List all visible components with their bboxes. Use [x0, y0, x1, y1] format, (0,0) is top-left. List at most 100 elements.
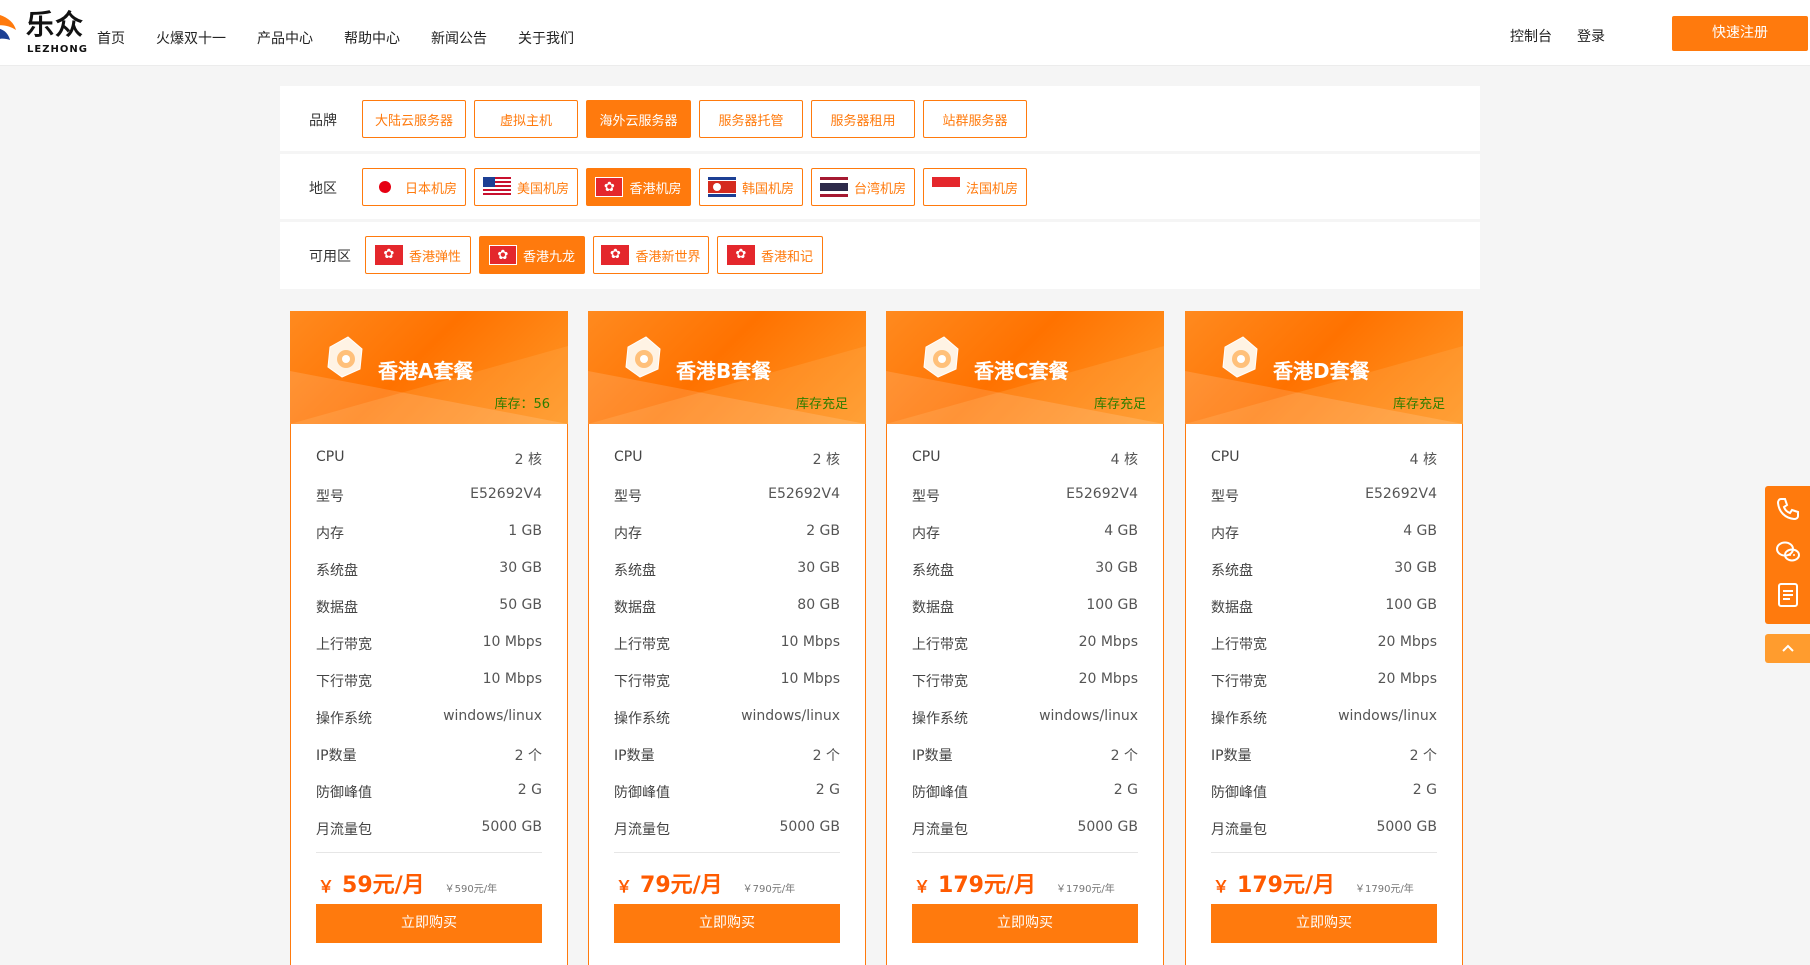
brand-option-overseas[interactable]: 海外云服务器: [586, 100, 691, 138]
login-link[interactable]: 登录: [1577, 26, 1605, 46]
nav-news[interactable]: 新闻公告: [431, 28, 487, 48]
hongkong-flag-icon: [595, 177, 624, 197]
region-option-usa[interactable]: 美国机房: [474, 168, 578, 206]
zone-option-elastic[interactable]: 香港弹性: [365, 236, 471, 274]
spec-label: CPU: [912, 449, 941, 465]
spec-value: 2 G: [815, 782, 840, 798]
spec-row: 操作系统 windows/linux: [614, 708, 840, 745]
brand-option-mainland[interactable]: 大陆云服务器: [362, 100, 466, 138]
back-to-top-button[interactable]: [1765, 634, 1810, 663]
spec-row: 型号 E52692V4: [912, 486, 1138, 523]
currency-symbol: ￥: [1213, 877, 1230, 896]
spec-row: 防御峰值 2 G: [614, 782, 840, 819]
register-button[interactable]: 快速注册: [1672, 16, 1808, 51]
brand-option-hosting[interactable]: 服务器托管: [699, 100, 803, 138]
spec-value: E52692V4: [470, 486, 542, 502]
brand-option-rental[interactable]: 服务器租用: [811, 100, 915, 138]
spec-label: 操作系统: [614, 711, 670, 727]
nav-home[interactable]: 首页: [97, 28, 125, 48]
region-option-label: 日本机房: [404, 181, 457, 197]
region-option-taiwan[interactable]: 台湾机房: [811, 168, 915, 206]
monthly-price: 59元/月: [342, 873, 425, 898]
package-card: 香港B套餐 库存充足 CPU 2 核型号 E52692V4 内存 2 GB 系统盘 30 GB 数…: [588, 311, 866, 965]
nav-double-eleven[interactable]: 火爆双十一: [156, 28, 226, 48]
brand-option-site-group[interactable]: 站群服务器: [923, 100, 1027, 138]
spec-label: 上行带宽: [912, 637, 968, 653]
currency-symbol: ￥: [914, 877, 931, 896]
hongkong-flag-icon: [488, 245, 517, 265]
currency-symbol: ￥: [318, 877, 335, 896]
spec-row: 月流量包 5000 GB: [1211, 819, 1437, 856]
brand-label: 品牌: [309, 113, 337, 129]
package-name: 香港A套餐: [378, 359, 474, 383]
spec-label: IP数量: [614, 748, 655, 764]
spec-label: CPU: [1211, 449, 1240, 465]
spec-label: 内存: [316, 526, 344, 542]
phone-icon[interactable]: [1775, 496, 1801, 522]
region-label: 地区: [309, 181, 337, 197]
zone-option-hutchison[interactable]: 香港和记: [717, 236, 823, 274]
region-option-hongkong[interactable]: 香港机房: [586, 168, 691, 206]
nav-about[interactable]: 关于我们: [518, 28, 574, 48]
spec-value: E52692V4: [1365, 486, 1437, 502]
buy-now-button[interactable]: 立即购买: [316, 904, 542, 943]
region-option-france[interactable]: 法国机房: [923, 168, 1027, 206]
brand-option-virtual-host[interactable]: 虚拟主机: [474, 100, 578, 138]
price-block: ￥ 79元/月 ￥790元/年: [616, 867, 856, 901]
spec-row: 数据盘 100 GB: [912, 597, 1138, 634]
spec-label: 上行带宽: [614, 637, 670, 653]
package-card: 香港D套餐 库存充足 CPU 4 核型号 E52692V4 内存 4 GB 系统盘 30 GB 数…: [1185, 311, 1463, 965]
spec-value: windows/linux: [443, 708, 542, 724]
spec-value: 4 GB: [1104, 523, 1138, 539]
spec-row: 月流量包 5000 GB: [614, 819, 840, 856]
spec-row: IP数量 2 个: [1211, 745, 1437, 782]
spec-row: 数据盘 80 GB: [614, 597, 840, 634]
hongkong-flag-icon: [374, 245, 403, 265]
package-card: 香港C套餐 库存充足 CPU 4 核型号 E52692V4 内存 4 GB 系统盘 30 GB 数…: [886, 311, 1164, 965]
spec-label: 型号: [316, 489, 344, 505]
wechat-icon[interactable]: [1775, 539, 1801, 565]
spec-value: 30 GB: [1095, 560, 1138, 576]
document-icon[interactable]: [1775, 582, 1801, 608]
spec-value: 2 个: [514, 748, 542, 764]
spec-row: 下行带宽 20 Mbps: [912, 671, 1138, 708]
buy-now-button[interactable]: 立即购买: [1211, 904, 1437, 943]
price-block: ￥ 59元/月 ￥590元/年: [318, 867, 558, 901]
spec-row: 防御峰值 2 G: [316, 782, 542, 819]
region-option-korea[interactable]: 韩国机房: [699, 168, 803, 206]
monthly-price: 79元/月: [640, 873, 723, 898]
zone-option-new-world[interactable]: 香港新世界: [593, 236, 709, 274]
buy-now-button[interactable]: 立即购买: [912, 904, 1138, 943]
package-card: 香港A套餐 库存：56 CPU 2 核型号 E52692V4 内存 1 GB 系统盘 30 GB…: [290, 311, 568, 965]
spec-row: 下行带宽 10 Mbps: [316, 671, 542, 708]
logo-mark-icon: [0, 15, 16, 40]
zone-option-kowloon[interactable]: 香港九龙: [479, 236, 585, 274]
spec-row: 上行带宽 10 Mbps: [614, 634, 840, 671]
spec-row: 型号 E52692V4: [316, 486, 542, 523]
spec-value: windows/linux: [1338, 708, 1437, 724]
spec-value: 10 Mbps: [482, 634, 542, 650]
spec-row: 型号 E52692V4: [614, 486, 840, 523]
buy-now-button[interactable]: 立即购买: [614, 904, 840, 943]
zone-row: 可用区 香港弹性 香港九龙 香港新世界 香港和记: [280, 222, 1480, 289]
spec-value: 4 GB: [1403, 523, 1437, 539]
spec-value: 5000 GB: [1376, 819, 1437, 835]
spec-label: 月流量包: [614, 822, 670, 838]
package-card-header: 香港D套餐 库存充足: [1185, 311, 1463, 424]
spec-value: 80 GB: [797, 597, 840, 613]
monthly-price: 179元/月: [1237, 873, 1335, 898]
spec-label: 防御峰值: [912, 785, 968, 801]
lezhong-logo[interactable]: 乐众 LEZHONG: [0, 6, 88, 58]
console-link[interactable]: 控制台: [1510, 26, 1552, 46]
main-nav: 首页 火爆双十一 产品中心 帮助中心 新闻公告 关于我们: [97, 28, 605, 48]
spec-row: 操作系统 windows/linux: [1211, 708, 1437, 745]
spec-label: 操作系统: [316, 711, 372, 727]
region-option-japan[interactable]: 日本机房: [362, 168, 466, 206]
cloud-server-icon: [327, 336, 363, 378]
spec-row: 上行带宽 20 Mbps: [1211, 634, 1437, 671]
spec-label: 防御峰值: [316, 785, 372, 801]
nav-help[interactable]: 帮助中心: [344, 28, 400, 48]
nav-products[interactable]: 产品中心: [257, 28, 313, 48]
spec-row: 月流量包 5000 GB: [316, 819, 542, 856]
spec-value: 100 GB: [1086, 597, 1138, 613]
